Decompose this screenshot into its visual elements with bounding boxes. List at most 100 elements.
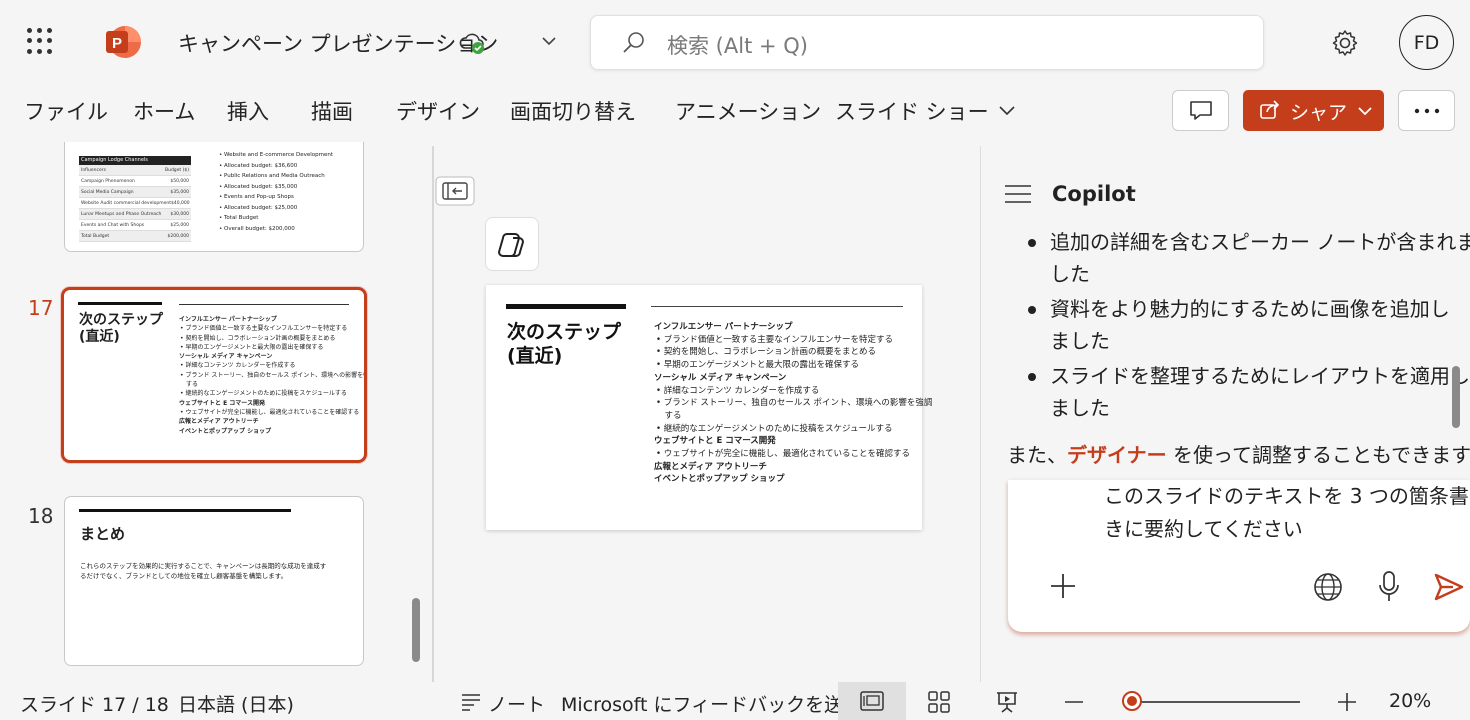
chevron-down-icon xyxy=(1358,107,1372,116)
tab-draw[interactable]: 描画 xyxy=(311,96,353,126)
status-bar: スライド 17 / 18 日本語 (日本) ノート Microsoft にフィー… xyxy=(0,682,1470,720)
title-bar: P キャンペーン プレゼンテーション 検索 (Alt + Q) FD xyxy=(0,0,1470,84)
response-bullet-1-cont: した xyxy=(1050,262,1090,286)
slide-sorter-icon[interactable] xyxy=(928,691,950,713)
thumb-title-rule xyxy=(78,302,162,305)
response-closing: また、デザイナー を使って調整することもできます xyxy=(1007,438,1470,472)
thumbnail-table-row: Total Budget $200,000 xyxy=(79,231,191,242)
search-placeholder: 検索 (Alt + Q) xyxy=(667,34,808,58)
slide-indicator: スライド 17 / 18 xyxy=(20,694,169,716)
thumbnail-table-row: Events and Chat with Shops $25,000 xyxy=(79,220,191,231)
chevron-down-icon[interactable] xyxy=(540,32,558,50)
table-cell: $50,000 xyxy=(170,179,189,184)
slide-number-18: 18 xyxy=(28,504,54,528)
tab-home[interactable]: ホーム xyxy=(133,96,195,126)
normal-view-icon xyxy=(860,691,884,711)
table-cell: $35,000 xyxy=(170,190,189,195)
document-title[interactable]: キャンペーン プレゼンテーション xyxy=(178,28,498,58)
hamburger-menu-icon[interactable] xyxy=(1004,183,1032,205)
slide-content-line: インフルエンサー パートナーシップ xyxy=(179,316,277,323)
more-options-button[interactable] xyxy=(1398,90,1455,131)
slide-content-line: ウェブサイトと E コマース開発 xyxy=(654,436,776,447)
app-launcher-icon[interactable] xyxy=(27,28,53,54)
slide-title-line-2: (直近) xyxy=(507,345,563,367)
slide-content-line: • ウェブサイトが完全に機能し、最適化されていることを確認する xyxy=(180,408,360,416)
slideshow-view-icon[interactable] xyxy=(995,690,1019,714)
copilot-button[interactable] xyxy=(485,217,539,271)
table-cell: Influencers xyxy=(81,168,106,173)
table-cell: $200,000 xyxy=(167,234,189,239)
tab-transitions[interactable]: 画面切り替え xyxy=(510,96,636,126)
copilot-title: Copilot xyxy=(1052,182,1136,206)
table-cell: $30,000 xyxy=(170,212,189,217)
thumbnail-bullets: • Website and E-commerce Development • Al… xyxy=(219,150,333,234)
feedback-button[interactable]: Microsoft にフィードバックを送信 xyxy=(561,690,862,717)
prompt-input[interactable]: このスライドのテキストを 3 つの箇条書 きに要約してください xyxy=(1104,480,1469,546)
slide-content-line: イベントとポップアップ ショップ xyxy=(179,427,272,435)
share-icon xyxy=(1260,100,1280,119)
language-indicator[interactable]: 日本語 (日本) xyxy=(178,690,294,717)
slide-content-line: 広報とメディア アウトリーチ xyxy=(179,418,259,426)
thumbnail-table-row: Social Media Campaign $35,000 xyxy=(79,187,191,198)
slide-thumbnail-17-selected[interactable]: 次のステップ (直近) インフルエンサー パートナーシップ • ブランド価値と一致… xyxy=(61,287,367,463)
zoom-in-icon[interactable] xyxy=(1336,691,1358,713)
slide-content[interactable]: インフルエンサー パートナーシップ • ブランド価値と一致する主要なインフルエンサ… xyxy=(654,321,932,486)
table-cell: Budget ($) xyxy=(165,168,189,173)
thumbnail-table-row: Lunar Meetups and Phase Outreach $30,000 xyxy=(79,209,191,220)
notes-button[interactable]: ノート xyxy=(488,690,545,717)
more-tabs-chevron-icon[interactable] xyxy=(997,100,1017,120)
add-icon[interactable] xyxy=(1050,573,1076,599)
tab-insert[interactable]: 挿入 xyxy=(227,96,269,126)
globe-icon[interactable] xyxy=(1313,572,1343,602)
tab-file[interactable]: ファイル xyxy=(24,96,108,126)
powerpoint-logo-icon: P xyxy=(106,26,141,58)
slide-thumbnail-16[interactable]: Campaign Lodge Channels Influencers Budge… xyxy=(64,142,364,252)
zoom-level[interactable]: 20% xyxy=(1389,690,1431,712)
comments-button[interactable] xyxy=(1172,90,1229,131)
pane-divider[interactable] xyxy=(432,146,434,682)
current-slide[interactable]: 次のステップ (直近) インフルエンサー パートナーシップ • ブランド価値と一致… xyxy=(486,285,932,530)
slide-title[interactable]: 次のステップ (直近) xyxy=(507,320,621,368)
slide-content-line: • ブランド ストーリー、独自のセールス ポイント、環境への影響を強調 xyxy=(180,371,367,379)
avatar[interactable]: FD xyxy=(1399,15,1454,70)
slide-content-rule xyxy=(651,306,903,307)
table-cell: Lunar Meetups and Phase Outreach xyxy=(81,212,162,217)
thumb-title: 次のステップ (直近) xyxy=(79,312,163,346)
share-button[interactable]: シャア xyxy=(1243,90,1384,131)
share-label: シャア xyxy=(1290,102,1348,124)
tab-design[interactable]: デザイン xyxy=(396,96,480,126)
slide-content-line: • ブランド ストーリー、独自のセールス ポイント、環境への影響を強調 xyxy=(656,398,933,409)
bullet-icon xyxy=(1028,373,1036,381)
microphone-icon[interactable] xyxy=(1378,571,1400,603)
copilot-scrollbar[interactable] xyxy=(1452,366,1460,428)
slide-content-line: ソーシャル メディア キャンペーン xyxy=(179,353,273,361)
response-bullet-3: スライドを整理するためにレイアウトを適用し xyxy=(1050,364,1470,388)
more-icon xyxy=(1414,108,1440,114)
thumbnail-bullet: • Allocated budget: $36,600 xyxy=(219,162,298,169)
slide-content-line: ウェブサイトと E コマース開発 xyxy=(179,399,265,407)
collapse-pane-icon[interactable] xyxy=(435,176,475,206)
designer-link[interactable]: デザイナー xyxy=(1067,443,1167,467)
thumb-body-1: これらのステップを効果的に実行することで、キャンペーンは長期的な成功を達成す xyxy=(80,562,327,570)
send-icon[interactable] xyxy=(1434,573,1464,601)
zoom-slider-knob[interactable] xyxy=(1122,691,1142,711)
tab-animations[interactable]: アニメーション xyxy=(675,96,821,126)
zoom-out-icon[interactable] xyxy=(1063,691,1085,713)
slide-content-line: • 早期のエンゲージメントと最大限の露出を確保する xyxy=(656,360,860,371)
slide-title-rule xyxy=(506,304,626,309)
slide-thumbnail-18[interactable]: まとめ これらのステップを効果的に実行することで、キャンペーンは長期的な成功を達… xyxy=(64,496,364,666)
thumbnails-scrollbar[interactable] xyxy=(412,598,420,662)
prompt-composer[interactable]: このスライドのテキストを 3 つの箇条書 きに要約してください xyxy=(1008,480,1470,632)
closing-text: を使って調整することもできます xyxy=(1166,443,1470,467)
tab-slideshow[interactable]: スライド ショー xyxy=(835,96,989,126)
cloud-saved-icon[interactable] xyxy=(458,30,488,56)
table-cell: Website Audit commercial development xyxy=(81,201,171,206)
zoom-slider-track[interactable] xyxy=(1132,701,1300,703)
gear-icon[interactable] xyxy=(1330,28,1360,58)
slide-title-line-1: 次のステップ xyxy=(507,321,622,343)
slide-content-line: • ブランド価値と一致する主要なインフルエンサーを特定する xyxy=(180,325,348,333)
thumbnail-bullet: • Website and E-commerce Development xyxy=(219,152,334,158)
search-box[interactable]: 検索 (Alt + Q) xyxy=(590,15,1264,70)
thumb-title-line: 次のステップ xyxy=(79,312,163,328)
normal-view-button[interactable] xyxy=(838,682,906,720)
